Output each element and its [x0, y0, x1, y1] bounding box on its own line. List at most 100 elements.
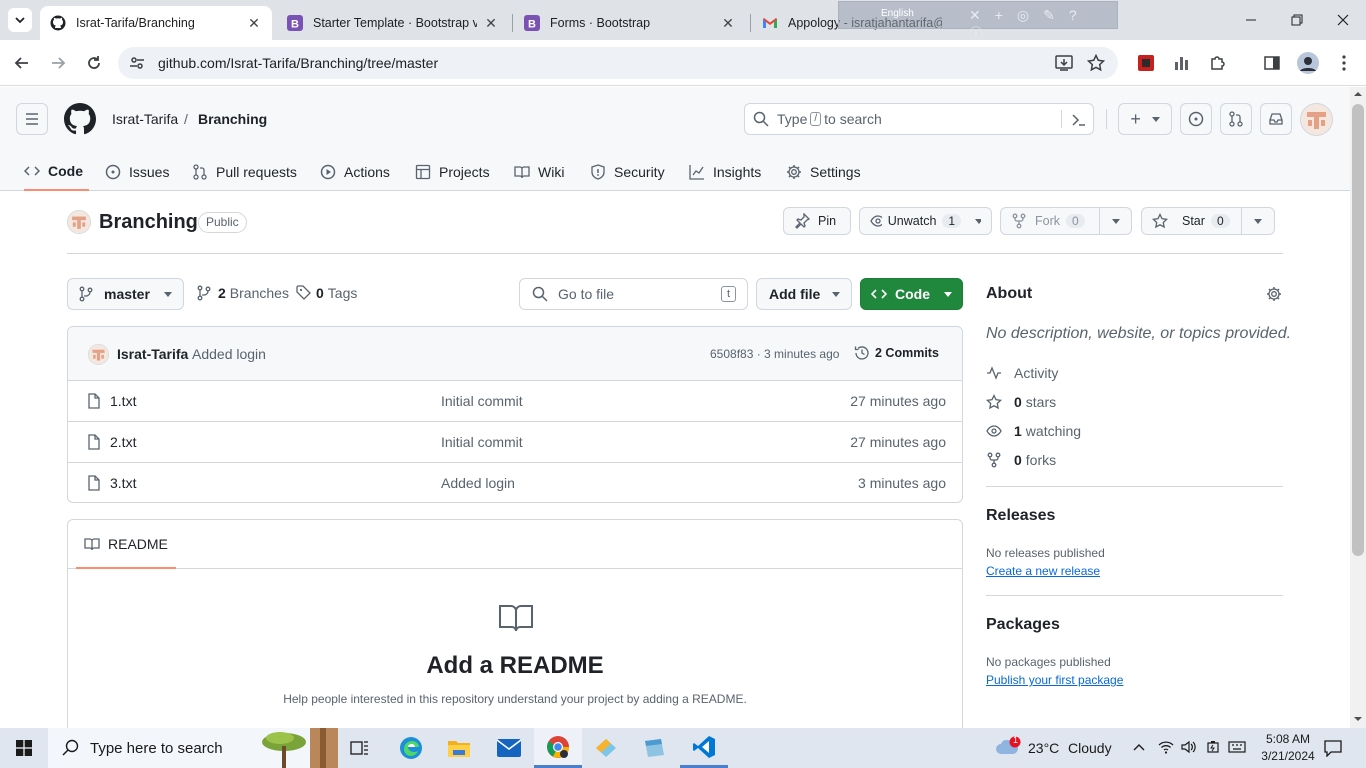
add-file-button[interactable]: Add file [756, 278, 852, 310]
repo-title[interactable]: Branching [99, 211, 198, 234]
commit-message[interactable]: Added login [192, 346, 266, 362]
pin-button[interactable]: Pin [783, 207, 851, 235]
restore-button[interactable] [1274, 0, 1320, 40]
minimize-button[interactable] [1228, 0, 1274, 40]
clock-time[interactable]: 5:08 AM [1258, 732, 1318, 746]
site-info-icon[interactable] [128, 54, 146, 72]
forks-link[interactable]: 0 forks [986, 452, 1056, 468]
unwatch-button[interactable]: Unwatch 1 [859, 207, 992, 235]
mail-app-button[interactable] [485, 728, 533, 768]
gear-icon[interactable] [1266, 286, 1282, 302]
tab-actions[interactable]: Actions [320, 153, 390, 191]
command-palette-icon[interactable] [1071, 112, 1087, 128]
notification-center-button[interactable] [1324, 739, 1342, 757]
browser-tab-forms[interactable]: B Forms · Bootstrap ✕ [514, 6, 746, 40]
clock-date[interactable]: 3/21/2024 [1254, 749, 1322, 763]
star-menu-button[interactable] [1241, 207, 1275, 235]
star-button[interactable]: Star 0 [1141, 207, 1242, 235]
close-window-button[interactable] [1320, 0, 1366, 40]
scroll-down-arrow-icon[interactable] [1353, 715, 1363, 723]
commits-link[interactable]: 2 Commits [854, 345, 939, 361]
activity-link[interactable]: Activity [986, 365, 1058, 381]
forward-button[interactable] [43, 48, 73, 78]
table-row[interactable]: 2.txt Initial commit 27 minutes ago [68, 421, 962, 462]
commit-meta[interactable]: 6508f83 · 3 minutes ago [710, 347, 839, 361]
show-hidden-icons-button[interactable] [1132, 740, 1146, 754]
notes-app-button[interactable] [630, 728, 678, 768]
close-tab-icon[interactable]: ✕ [246, 15, 262, 32]
tab-projects[interactable]: Projects [415, 153, 490, 191]
volume-button[interactable] [1181, 739, 1197, 755]
readme-tab[interactable]: README [76, 520, 176, 569]
user-avatar[interactable] [1300, 103, 1333, 136]
publish-package-link[interactable]: Publish your first package [986, 673, 1123, 687]
task-view-button[interactable] [336, 728, 384, 768]
paint-app-button[interactable] [582, 728, 630, 768]
close-tab-icon[interactable]: ✕ [720, 15, 736, 32]
tab-search-button[interactable] [8, 8, 32, 32]
taskbar-search-box[interactable]: Type here to search [48, 728, 338, 768]
back-button[interactable] [7, 48, 37, 78]
network-button[interactable] [1158, 739, 1174, 755]
table-row[interactable]: 3.txt Added login 3 minutes ago [68, 462, 962, 502]
reload-button[interactable] [79, 48, 109, 78]
extension-pdf-button[interactable] [1131, 48, 1161, 78]
table-row[interactable]: 1.txt Initial commit 27 minutes ago [68, 380, 962, 421]
pull-requests-header-button[interactable] [1220, 103, 1252, 135]
releases-heading[interactable]: Releases [986, 507, 1055, 525]
watching-link[interactable]: 1 watching [986, 423, 1081, 439]
edge-app-button[interactable] [387, 728, 435, 768]
weather-temp[interactable]: 23°C [1028, 740, 1059, 756]
tab-settings[interactable]: Settings [786, 153, 861, 191]
fork-button[interactable]: Fork 0 [1000, 207, 1100, 235]
profile-button[interactable] [1293, 48, 1323, 78]
tab-code[interactable]: Code [24, 153, 89, 191]
go-to-file-input[interactable]: Go to file t [519, 278, 748, 310]
battery-button[interactable] [1205, 739, 1221, 755]
file-name[interactable]: 1.txt [110, 393, 136, 409]
file-name[interactable]: 3.txt [110, 475, 136, 491]
close-tab-icon[interactable]: ✕ [483, 15, 499, 32]
repo-owner-link[interactable]: Israt-Tarifa [112, 111, 178, 127]
inbox-button[interactable] [1260, 103, 1292, 135]
bookmark-button[interactable] [1081, 48, 1111, 78]
global-menu-button[interactable] [16, 103, 48, 135]
scroll-up-arrow-icon[interactable] [1353, 90, 1363, 98]
input-language-button[interactable] [1228, 739, 1246, 755]
chrome-menu-button[interactable] [1329, 48, 1359, 78]
create-new-button[interactable]: + [1118, 103, 1172, 135]
commit-author[interactable]: Israt-Tarifa [117, 346, 188, 362]
file-commit-message[interactable]: Initial commit [441, 434, 523, 450]
github-logo[interactable] [64, 103, 96, 135]
create-release-link[interactable]: Create a new release [986, 564, 1100, 578]
global-search-input[interactable]: Type / to search [744, 103, 1094, 135]
side-panel-button[interactable] [1257, 48, 1287, 78]
chrome-app-button[interactable] [534, 728, 582, 768]
weather-condition[interactable]: Cloudy [1068, 740, 1112, 756]
start-button[interactable] [0, 728, 48, 768]
file-commit-message[interactable]: Added login [441, 475, 515, 491]
packages-heading[interactable]: Packages [986, 616, 1060, 634]
tab-security[interactable]: Security [590, 153, 665, 191]
branches-link[interactable]: 2 Branches [196, 285, 289, 301]
tags-link[interactable]: 0 Tags [296, 285, 357, 301]
address-bar[interactable]: github.com/Israt-Tarifa/Branching/tree/m… [118, 47, 1118, 79]
branch-select[interactable]: master [67, 278, 184, 310]
extension-chart-button[interactable] [1167, 48, 1197, 78]
file-explorer-button[interactable] [435, 728, 483, 768]
code-button[interactable]: Code [860, 278, 963, 310]
file-commit-message[interactable]: Initial commit [441, 393, 523, 409]
install-app-button[interactable] [1049, 48, 1079, 78]
file-name[interactable]: 2.txt [110, 434, 136, 450]
tab-issues[interactable]: Issues [105, 153, 169, 191]
tab-pull-requests[interactable]: Pull requests [192, 153, 297, 191]
tab-insights[interactable]: Insights [689, 153, 761, 191]
browser-tab-github[interactable]: Israt-Tarifa/Branching ✕ [40, 6, 272, 40]
vscode-app-button[interactable] [680, 728, 728, 768]
fork-menu-button[interactable] [1099, 207, 1132, 235]
scrollbar-thumb[interactable] [1352, 104, 1364, 556]
stars-link[interactable]: 0 stars [986, 394, 1056, 410]
browser-tab-starter-template[interactable]: B Starter Template · Bootstrap v5.3 ✕ [277, 6, 509, 40]
tab-wiki[interactable]: Wiki [514, 153, 564, 191]
weather-widget-icon[interactable]: 1 [995, 735, 1021, 758]
